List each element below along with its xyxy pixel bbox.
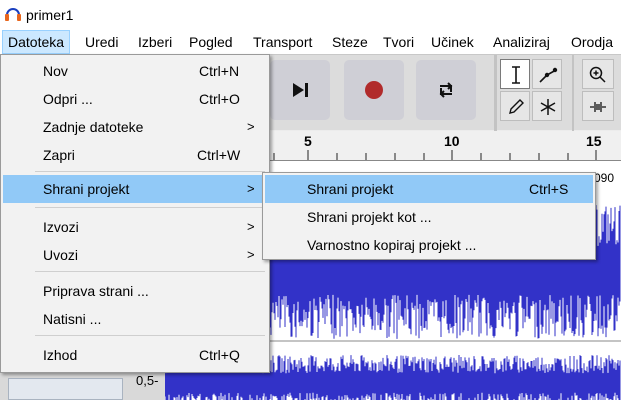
menu-item-varnostno-kopiraj-projekt[interactable]: Varnostno kopiraj projekt ... — [265, 231, 593, 259]
menu-separator — [35, 207, 265, 208]
ruler-label: 10 — [444, 133, 460, 149]
menu-izberi[interactable]: Izberi — [133, 30, 177, 54]
menu-item-label: Shrani projekt — [307, 181, 394, 197]
menu-item-shortcut: Ctrl+O — [199, 91, 240, 107]
toolbar-divider — [572, 55, 574, 131]
menu-item-label: Zadnje datoteke — [43, 119, 144, 135]
window-title: primer1 — [26, 7, 74, 23]
menu-item-label: Zapri — [43, 147, 75, 163]
menu-item-zadnje-datoteke[interactable]: Zadnje datoteke > — [3, 113, 267, 141]
skip-to-end-icon — [293, 83, 308, 97]
menu-item-shrani-projekt[interactable]: Shrani projekt > — [3, 175, 267, 203]
menu-item-label: Izhod — [43, 347, 78, 363]
menu-item-shrani-projekt-kot[interactable]: Shrani projekt kot ... — [265, 203, 593, 231]
record-icon — [365, 81, 383, 99]
text-cursor-icon — [512, 66, 520, 84]
envelope-tool-button[interactable] — [532, 59, 562, 89]
record-button[interactable] — [344, 60, 404, 120]
menu-orodja[interactable]: Orodja — [566, 30, 618, 54]
submenu-arrow-icon: > — [247, 181, 255, 196]
menu-item-shortcut: Ctrl+Q — [199, 347, 240, 363]
track-control-box[interactable] — [8, 378, 123, 400]
menu-ucinek[interactable]: Učinek — [426, 30, 479, 54]
submenu-arrow-icon: > — [247, 219, 255, 234]
ruler-label: 15 — [586, 133, 602, 149]
menu-item-natisni[interactable]: Natisni ... — [3, 305, 267, 333]
envelope-icon — [539, 67, 558, 83]
save-project-submenu: Shrani projekt Ctrl+S Shrani projekt kot… — [262, 172, 596, 260]
menu-item-label: Natisni ... — [43, 311, 102, 327]
zoom-in-button[interactable] — [582, 59, 614, 89]
menu-pogled[interactable]: Pogled — [184, 30, 238, 54]
loop-button[interactable] — [416, 60, 476, 120]
menu-item-label: Uvozi — [43, 247, 79, 263]
menu-uredi[interactable]: Uredi — [80, 30, 123, 54]
pencil-icon — [509, 99, 524, 114]
menu-item-izhod[interactable]: Izhod Ctrl+Q — [3, 341, 267, 369]
menu-item-zapri[interactable]: Zapri Ctrl+W — [3, 141, 267, 169]
loop-icon — [439, 82, 453, 98]
menu-item-uvozi[interactable]: Uvozi > — [3, 241, 267, 269]
silence-button[interactable] — [582, 91, 614, 121]
amplitude-label: 0,5- — [136, 373, 159, 388]
skip-to-end-button[interactable] — [270, 60, 330, 120]
select-tool-button[interactable] — [500, 59, 530, 89]
submenu-arrow-icon: > — [247, 247, 255, 262]
submenu-arrow-icon: > — [247, 119, 255, 134]
menu-item-shortcut: Ctrl+N — [199, 63, 240, 79]
menu-item-label: Nov — [43, 63, 68, 79]
menu-item-label: Shrani projekt — [43, 181, 130, 197]
menu-item-odpri[interactable]: Odpri ... Ctrl+O — [3, 85, 267, 113]
asterisk-icon — [540, 99, 556, 115]
toolbar-divider — [494, 55, 497, 131]
menu-item-label: Priprava strani ... — [43, 283, 149, 299]
menu-item-nov[interactable]: Nov Ctrl+N — [3, 57, 267, 85]
menu-item-shrani-projekt[interactable]: Shrani projekt Ctrl+S — [265, 175, 593, 203]
zoom-in-icon — [589, 66, 606, 83]
menu-datoteka[interactable]: Datoteka — [2, 30, 71, 54]
menu-item-label: Shrani projekt kot ... — [307, 209, 432, 225]
menu-bar: Datoteka Uredi Izberi Pogled Transport S… — [0, 30, 621, 54]
silence-icon — [590, 102, 606, 112]
audacity-logo-icon — [5, 8, 21, 21]
menu-steze[interactable]: Steze — [327, 30, 373, 54]
menu-item-priprava-strani[interactable]: Priprava strani ... — [3, 277, 267, 305]
menu-separator — [35, 171, 265, 172]
track-header-value: 090 — [594, 171, 615, 185]
menu-item-shortcut: Ctrl+W — [197, 147, 241, 163]
title-bar: primer1 — [0, 0, 621, 30]
menu-item-label: Izvozi — [43, 219, 79, 235]
menu-analiziraj[interactable]: Analiziraj — [488, 30, 555, 54]
menu-separator — [35, 335, 265, 336]
ruler-label: 5 — [304, 133, 312, 149]
menu-item-label: Varnostno kopiraj projekt ... — [307, 237, 477, 253]
multi-tool-button[interactable] — [532, 91, 562, 121]
draw-tool-button[interactable] — [500, 91, 530, 121]
file-menu: Nov Ctrl+N Odpri ... Ctrl+O Zadnje datot… — [0, 54, 270, 373]
menu-item-label: Odpri ... — [43, 91, 93, 107]
timeline-ruler[interactable]: 5 10 15 — [268, 131, 621, 161]
menu-transport[interactable]: Transport — [248, 30, 317, 54]
menu-item-shortcut: Ctrl+S — [529, 181, 569, 197]
menu-separator — [35, 271, 265, 272]
menu-item-izvozi[interactable]: Izvozi > — [3, 213, 267, 241]
menu-tvori[interactable]: Tvori — [378, 30, 419, 54]
